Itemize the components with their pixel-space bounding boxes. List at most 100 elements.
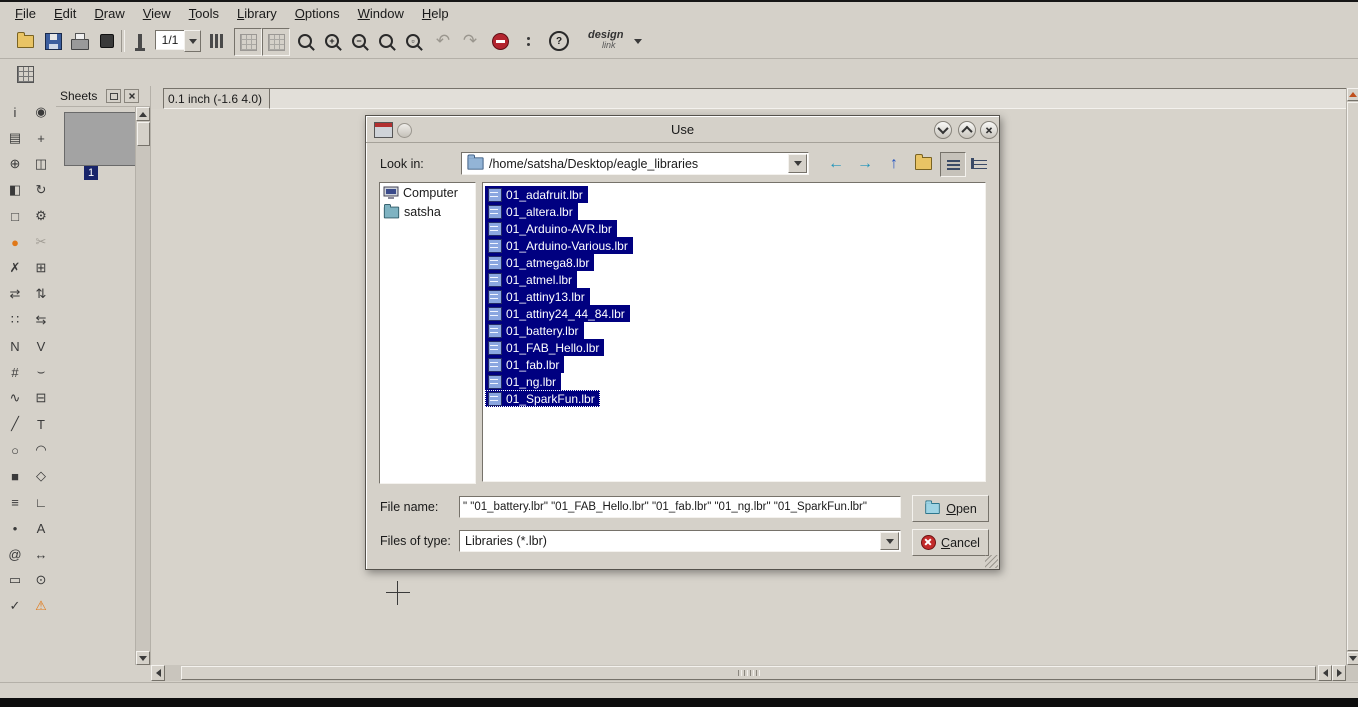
scrollbar-track[interactable] <box>165 665 1318 681</box>
mark-tool[interactable]: + <box>28 126 54 150</box>
designlink-logo[interactable]: design link <box>588 29 634 53</box>
place-item-satsha[interactable]: satsha <box>380 202 475 221</box>
scroll-right-button[interactable] <box>1332 665 1346 681</box>
open-button[interactable]: Open <box>912 495 989 522</box>
junction-tool[interactable]: • <box>2 516 28 540</box>
erc-tool[interactable]: ✓ <box>2 594 28 618</box>
menu-item[interactable]: Window <box>349 4 413 23</box>
files-of-type-combobox[interactable]: Libraries (*.lbr) <box>459 530 901 552</box>
run-script-button[interactable] <box>515 28 541 54</box>
add-tool[interactable]: ⊞ <box>28 256 54 280</box>
zoom-in-button[interactable]: + <box>319 28 345 54</box>
name-tool[interactable]: N <box>2 334 28 358</box>
cut-tool[interactable]: ✂ <box>28 230 54 254</box>
menu-item[interactable]: Edit <box>45 4 85 23</box>
place-item-computer[interactable]: Computer <box>380 183 475 202</box>
delete-tool[interactable]: ✗ <box>2 256 28 280</box>
wire-tool[interactable]: ╱ <box>2 412 28 436</box>
file-item[interactable]: 01_atmel.lbr <box>485 271 578 288</box>
array-tool[interactable]: ∷ <box>2 308 28 332</box>
menu-item[interactable]: Library <box>228 4 286 23</box>
resize-grip[interactable] <box>985 555 998 568</box>
marker-button[interactable] <box>127 28 153 54</box>
file-item[interactable]: 01_fab.lbr <box>485 356 565 373</box>
scroll-up-button[interactable] <box>136 107 150 121</box>
smash-tool[interactable]: # <box>2 360 28 384</box>
menu-item[interactable]: Help <box>413 4 458 23</box>
copy-tool[interactable]: ◫ <box>28 152 54 176</box>
export-image-button[interactable] <box>94 28 120 54</box>
info-tool[interactable]: i <box>2 100 28 124</box>
redo-button[interactable]: ↷ <box>457 28 483 54</box>
vertical-scrollbar[interactable] <box>1346 88 1358 665</box>
grid-menu-button[interactable] <box>204 28 230 54</box>
type-dropdown-arrow[interactable] <box>880 532 899 550</box>
up-directory-button[interactable]: ↑ <box>882 152 906 175</box>
scroll-left-button-2[interactable] <box>1318 665 1332 681</box>
file-item[interactable]: 01_attiny13.lbr <box>485 288 590 305</box>
grid-button[interactable] <box>12 62 38 86</box>
new-folder-button[interactable] <box>911 152 935 175</box>
file-item[interactable]: 01_Arduino-AVR.lbr <box>485 220 617 237</box>
window-menu-button[interactable] <box>397 123 412 138</box>
gateswap-tool[interactable]: ⇅ <box>28 282 54 306</box>
show-tool[interactable]: ◉ <box>28 100 54 124</box>
file-item[interactable]: 01_ng.lbr <box>485 373 562 390</box>
mirror-tool[interactable]: ◧ <box>2 178 28 202</box>
undo-button[interactable]: ↶ <box>430 28 456 54</box>
paint-tool[interactable]: ● <box>2 230 28 254</box>
sheet-selector[interactable]: 1/1 <box>155 30 185 50</box>
window-shade-button[interactable] <box>934 121 952 139</box>
miter-tool[interactable]: ⌣ <box>28 360 54 384</box>
menu-item[interactable]: Tools <box>180 4 228 23</box>
net-tool[interactable]: ∟ <box>28 490 54 514</box>
invoke-tool[interactable]: ⊟ <box>28 386 54 410</box>
help-button[interactable]: ? <box>546 28 572 54</box>
rotate-tool[interactable]: ↻ <box>28 178 54 202</box>
zoom-fit-button[interactable] <box>292 28 318 54</box>
panel-close-button[interactable] <box>124 89 140 103</box>
scrollbar-thumb[interactable] <box>1347 102 1358 651</box>
sheets-panel-header[interactable]: Sheets <box>56 86 150 107</box>
polygon-tool[interactable]: ◇ <box>28 464 54 488</box>
list-view-button[interactable] <box>940 152 966 177</box>
back-button[interactable]: ← <box>824 152 848 175</box>
menu-item[interactable]: View <box>134 4 180 23</box>
command-line-input[interactable] <box>269 88 1349 109</box>
scrollbar-thumb[interactable] <box>181 666 1316 680</box>
horizontal-scrollbar[interactable] <box>151 665 1346 681</box>
look-in-dropdown-arrow[interactable] <box>788 154 807 173</box>
text-tool[interactable]: T <box>28 412 54 436</box>
sheet-selector-arrow[interactable] <box>184 30 201 52</box>
sheets-scrollbar[interactable] <box>135 107 150 665</box>
detail-view-button[interactable] <box>967 152 991 175</box>
file-name-input[interactable]: " "01_battery.lbr" "01_FAB_Hello.lbr" "0… <box>459 496 901 518</box>
sheet-thumbnail[interactable] <box>64 112 138 166</box>
attribute-tool[interactable]: @ <box>2 542 28 566</box>
dialog-titlebar[interactable]: Use <box>366 116 999 143</box>
change-tool[interactable]: ⚙ <box>28 204 54 228</box>
frame-tool[interactable]: ▭ <box>2 568 28 592</box>
cancel-button[interactable]: Cancel <box>912 529 989 556</box>
window-maximize-button[interactable] <box>958 121 976 139</box>
panel-float-button[interactable] <box>106 89 122 103</box>
scroll-left-button[interactable] <box>151 665 165 681</box>
scroll-up-button[interactable] <box>1347 88 1358 101</box>
menu-item[interactable]: File <box>6 4 45 23</box>
display-tool[interactable]: ▤ <box>2 126 28 150</box>
file-item[interactable]: 01_attiny24_44_84.lbr <box>485 305 630 322</box>
bus-tool[interactable]: ≡ <box>2 490 28 514</box>
forward-button[interactable]: → <box>853 152 877 175</box>
zoom-select-button[interactable]: ▫ <box>400 28 426 54</box>
file-item[interactable]: 01_adafruit.lbr <box>485 186 588 203</box>
scroll-down-button[interactable] <box>1347 652 1358 665</box>
designlink-arrow[interactable] <box>630 28 646 54</box>
move-tool[interactable]: ⊕ <box>2 152 28 176</box>
value-tool[interactable]: V <box>28 334 54 358</box>
menu-item[interactable]: Draw <box>85 4 133 23</box>
port-tool[interactable]: ⊙ <box>28 568 54 592</box>
zoom-out-button[interactable]: − <box>346 28 372 54</box>
print-button[interactable] <box>67 28 93 54</box>
menu-item[interactable]: Options <box>286 4 349 23</box>
scrollbar-thumb[interactable] <box>137 122 150 146</box>
